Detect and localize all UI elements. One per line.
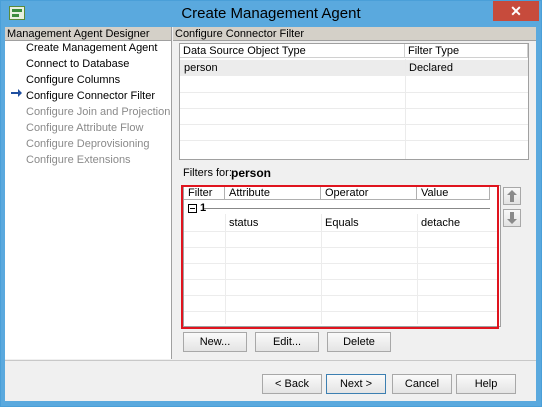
delete-filter-button[interactable]: Delete bbox=[327, 332, 391, 352]
nav-item-create-management-agent[interactable]: Create Management Agent bbox=[26, 42, 157, 54]
nav-item-configure-attribute-flow: Configure Attribute Flow bbox=[26, 122, 144, 134]
nav-item-configure-connector-filter[interactable]: Configure Connector Filter bbox=[26, 90, 155, 102]
filter-type-cell: Declared bbox=[409, 62, 454, 74]
move-down-button[interactable] bbox=[503, 209, 521, 227]
object-type-cell: person bbox=[184, 62, 218, 74]
next-button[interactable]: Next > bbox=[326, 374, 386, 394]
close-button[interactable]: ✕ bbox=[493, 1, 539, 21]
column-header-filter-type[interactable]: Filter Type bbox=[405, 44, 528, 58]
help-button[interactable]: Help bbox=[456, 374, 516, 394]
nav-item-configure-extensions: Configure Extensions bbox=[26, 154, 131, 166]
nav-item-configure-deprovisioning: Configure Deprovisioning bbox=[26, 138, 150, 150]
connector-filter-header: Configure Connector Filter bbox=[173, 27, 536, 41]
grid-divider bbox=[180, 124, 528, 125]
edit-filter-button[interactable]: Edit... bbox=[255, 332, 319, 352]
back-button[interactable]: < Back bbox=[262, 374, 322, 394]
footer-divider bbox=[5, 360, 536, 361]
grid-divider bbox=[180, 92, 528, 93]
create-management-agent-window: Create Management Agent ✕ Management Age… bbox=[0, 0, 542, 407]
grid-divider bbox=[180, 108, 528, 109]
highlight-annotation bbox=[181, 185, 499, 329]
new-filter-button[interactable]: New... bbox=[183, 332, 247, 352]
grid-divider bbox=[405, 59, 406, 159]
window-title: Create Management Agent bbox=[181, 5, 361, 22]
designer-header: Management Agent Designer bbox=[5, 27, 171, 41]
object-type-grid[interactable]: Data Source Object Type Filter Type pers… bbox=[179, 43, 529, 160]
grid-divider bbox=[180, 140, 528, 141]
filters-for-object: person bbox=[231, 166, 272, 180]
move-up-button[interactable] bbox=[503, 187, 521, 205]
designer-panel: Management Agent Designer Create Managem… bbox=[5, 27, 202, 359]
column-header-data-source-object-type[interactable]: Data Source Object Type bbox=[180, 44, 405, 58]
filters-for-label: Filters for: bbox=[183, 167, 232, 179]
right-arrow-icon bbox=[11, 89, 22, 97]
title-bar[interactable]: Create Management Agent ✕ bbox=[1, 1, 541, 27]
table-row[interactable]: person Declared bbox=[180, 60, 528, 76]
nav-item-connect-to-database[interactable]: Connect to Database bbox=[26, 58, 129, 70]
cancel-button[interactable]: Cancel bbox=[392, 374, 452, 394]
connector-filter-panel: Configure Connector Filter Data Source O… bbox=[173, 27, 536, 359]
dialog-body: Management Agent Designer Create Managem… bbox=[5, 27, 536, 401]
down-arrow-icon bbox=[507, 212, 517, 224]
up-arrow-icon bbox=[507, 190, 517, 202]
nav-item-configure-columns[interactable]: Configure Columns bbox=[26, 74, 120, 86]
